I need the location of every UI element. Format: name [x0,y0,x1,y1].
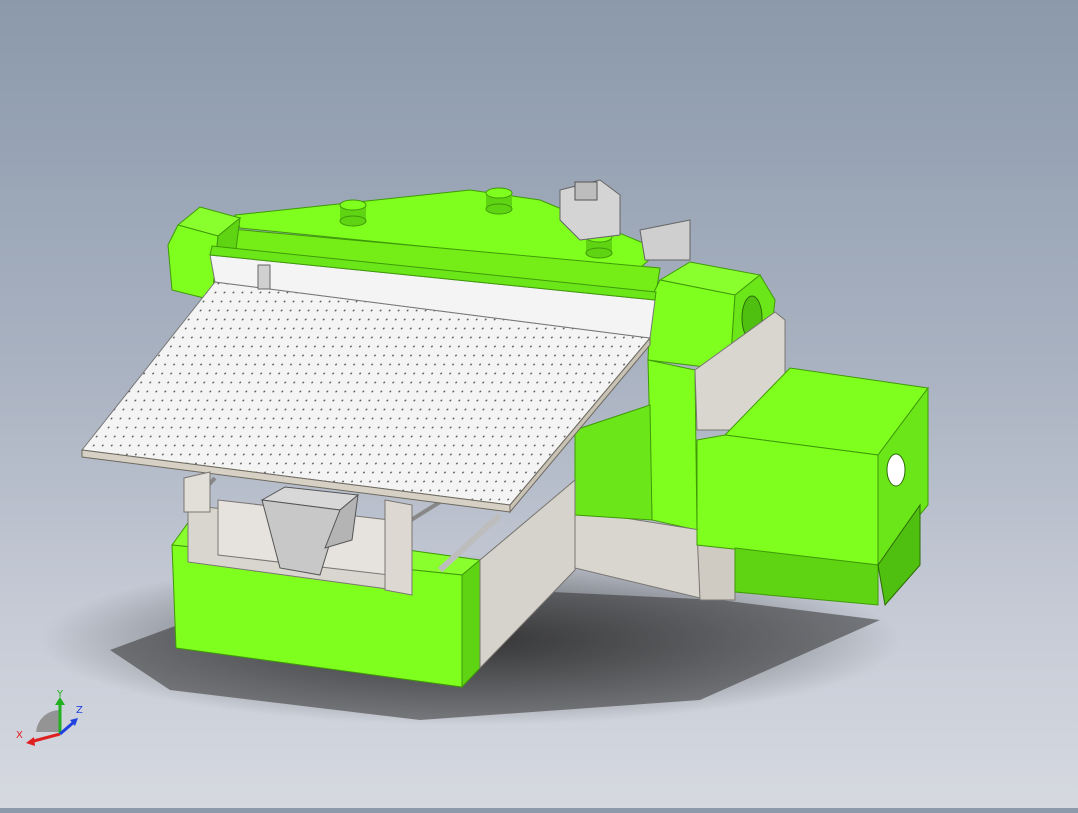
front-cabinet-side [461,558,481,689]
triad-x-arrow-icon [26,737,35,746]
table-leg-left [183,471,211,513]
triad-x-axis [29,732,61,744]
triad-z-axis [59,720,75,736]
triad-z-label: Z [76,705,83,716]
side-box-port [886,453,906,487]
triad-y-label: Y [56,689,64,700]
mid-cabinet [574,404,653,521]
exhaust-port-2 [485,187,513,215]
cad-viewport[interactable] [0,0,1078,808]
right-column [647,359,698,531]
table-leg-right [384,499,413,596]
triad-x-label: X [16,730,23,741]
exhaust-port-1 [339,199,367,227]
gantry-bracket [257,264,271,290]
machine-model[interactable] [0,0,1078,808]
coordinate-triad: X Y Z [14,688,94,758]
triad-base-icon [36,709,60,732]
side-box-front [696,434,879,566]
